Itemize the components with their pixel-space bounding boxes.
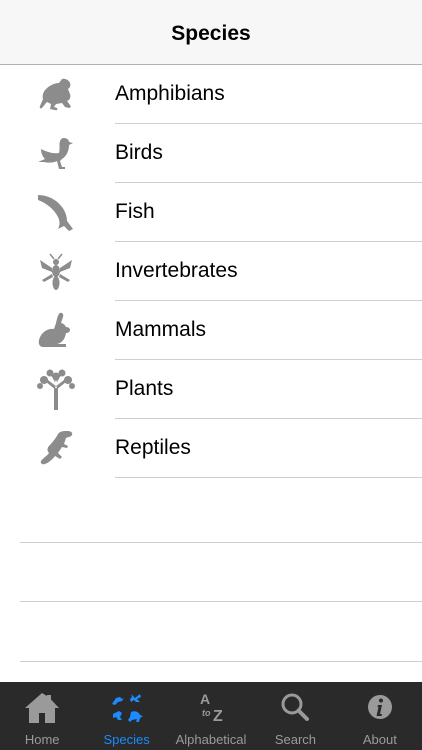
tab-label: Species	[103, 732, 150, 747]
tab-species[interactable]: Species	[84, 682, 168, 750]
list-item-mammals[interactable]: Mammals	[0, 301, 422, 360]
list-item-label: Birds	[115, 141, 163, 164]
list-item-plants[interactable]: Plants	[0, 360, 422, 419]
tab-label: Alphabetical	[175, 732, 247, 747]
list-item-amphibians[interactable]: Amphibians	[0, 65, 422, 124]
svg-text:Z: Z	[213, 708, 223, 725]
tab-about[interactable]: About	[338, 682, 422, 750]
svg-text:A: A	[200, 691, 210, 707]
list-item-invertebrates[interactable]: Invertebrates	[0, 242, 422, 301]
tab-alphabetical[interactable]: Ato Z Alphabetical	[169, 682, 253, 750]
list-item-reptiles[interactable]: Reptiles	[0, 419, 422, 478]
navigation-bar: Species	[0, 0, 422, 65]
list-item-label: Amphibians	[115, 82, 225, 105]
list-item-label: Invertebrates	[115, 259, 238, 282]
rabbit-icon	[34, 309, 78, 353]
empty-row-divider	[20, 601, 422, 602]
frog-icon	[34, 73, 78, 117]
fish-icon	[34, 191, 78, 235]
empty-row-divider	[20, 542, 422, 543]
tab-label: Search	[274, 732, 317, 747]
lizard-icon	[34, 427, 78, 471]
list-item-birds[interactable]: Birds	[0, 124, 422, 183]
list-item-label: Reptiles	[115, 436, 191, 459]
tab-label: About	[362, 732, 397, 747]
divider	[115, 477, 422, 478]
home-icon	[22, 690, 62, 726]
search-icon	[275, 690, 315, 726]
species-list: Amphibians Birds Fish Invertebrates Mamm…	[0, 65, 422, 478]
empty-row-divider	[20, 661, 422, 662]
svg-text:to: to	[202, 708, 211, 718]
bird-icon	[34, 132, 78, 176]
page-title: Species	[171, 22, 251, 45]
tab-search[interactable]: Search	[253, 682, 337, 750]
tree-icon	[34, 368, 78, 412]
tab-bar: Home Species Ato Z Alphabetical Search Ab…	[0, 682, 422, 750]
info-icon	[360, 690, 400, 726]
list-item-label: Fish	[115, 200, 155, 223]
tab-label: Home	[24, 732, 60, 747]
list-item-label: Plants	[115, 377, 174, 400]
a-to-z-icon: Ato Z	[191, 690, 231, 726]
insect-icon	[34, 250, 78, 294]
tab-home[interactable]: Home	[0, 682, 84, 750]
list-item-label: Mammals	[115, 318, 207, 341]
species-icon	[107, 690, 147, 726]
list-item-fish[interactable]: Fish	[0, 183, 422, 242]
